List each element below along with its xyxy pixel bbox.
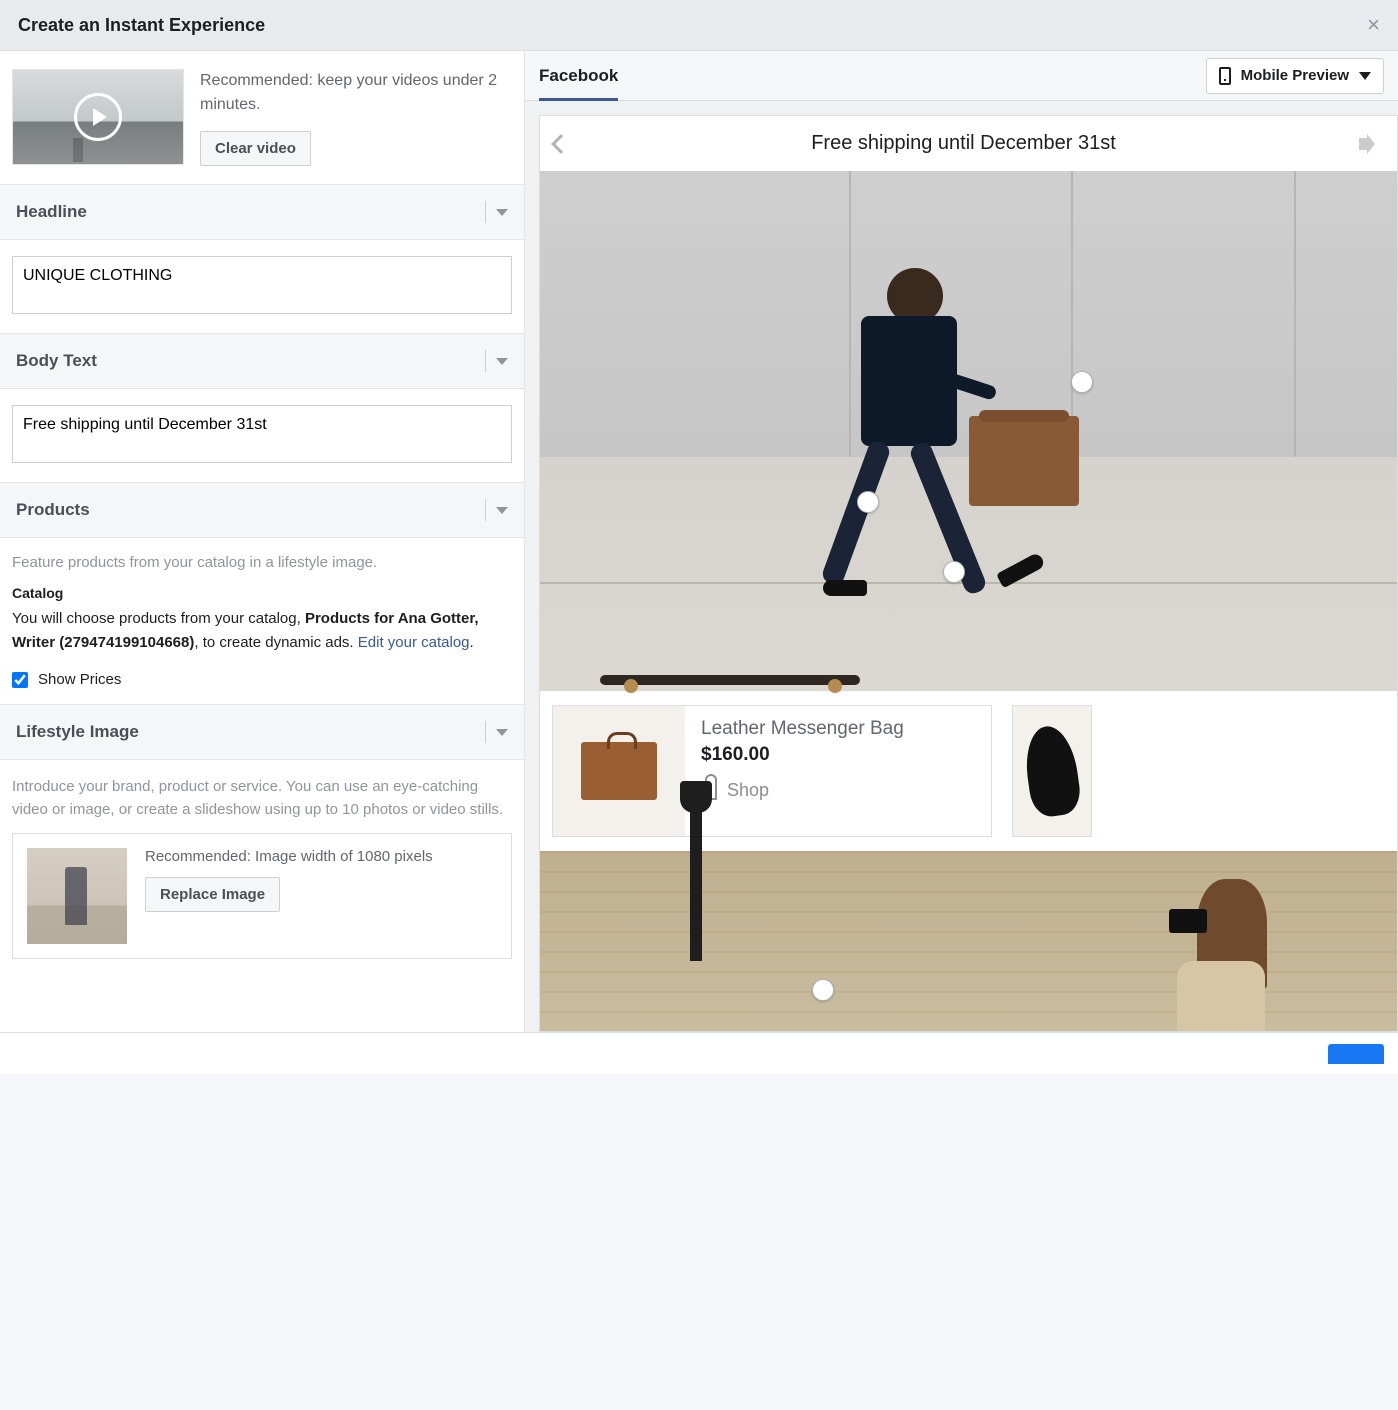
chevron-down-icon (496, 507, 508, 514)
chevron-down-icon (496, 209, 508, 216)
dialog-header: Create an Instant Experience × (0, 0, 1398, 51)
dialog-title: Create an Instant Experience (18, 15, 265, 36)
play-icon (74, 93, 122, 141)
sound-icon[interactable] (1359, 134, 1383, 154)
editor-panel: Recommended: keep your videos under 2 mi… (0, 51, 525, 1032)
preview-topbar: Free shipping until December 31st (540, 116, 1397, 171)
caret-down-icon (1359, 72, 1371, 80)
products-title: Products (16, 500, 475, 520)
product-card[interactable] (1012, 705, 1092, 837)
clear-video-button[interactable]: Clear video (200, 131, 311, 166)
lifestyle-section-header[interactable]: Lifestyle Image (0, 704, 524, 760)
headline-input-block (0, 240, 524, 333)
products-section-header[interactable]: Products (0, 482, 524, 538)
products-body: Feature products from your catalog in a … (0, 538, 524, 704)
preview-area: Free shipping until December 31st (525, 101, 1398, 1032)
lifestyle-intro: Introduce your brand, product or service… (12, 776, 512, 821)
video-thumbnail[interactable] (12, 69, 184, 165)
lifestyle-title: Lifestyle Image (16, 722, 475, 742)
shop-button[interactable]: Shop (701, 780, 975, 801)
show-prices-checkbox[interactable] (12, 672, 28, 688)
product-image (553, 706, 685, 836)
product-image (1013, 706, 1091, 836)
headline-input[interactable] (12, 256, 512, 314)
products-helper: Feature products from your catalog in a … (12, 554, 512, 571)
bodytext-input-block (0, 389, 524, 482)
product-card[interactable]: Leather Messenger Bag $160.00 Shop (552, 705, 992, 837)
product-tag-dot[interactable] (857, 491, 879, 513)
video-recommended-text: Recommended: keep your videos under 2 mi… (200, 69, 512, 117)
bodytext-title: Body Text (16, 351, 475, 371)
primary-action-button[interactable] (1328, 1044, 1384, 1064)
lifestyle-body: Introduce your brand, product or service… (0, 760, 524, 975)
show-prices-label: Show Prices (38, 671, 121, 688)
preview-tab-facebook[interactable]: Facebook (539, 52, 618, 100)
lifestyle-thumbnail[interactable] (27, 848, 127, 944)
replace-image-button[interactable]: Replace Image (145, 877, 280, 912)
catalog-label: Catalog (12, 585, 512, 601)
product-tag-dot[interactable] (812, 979, 834, 1001)
catalog-description: You will choose products from your catal… (12, 607, 512, 655)
video-section: Recommended: keep your videos under 2 mi… (0, 51, 524, 184)
lifestyle-image-card: Recommended: Image width of 1080 pixels … (12, 833, 512, 959)
mobile-icon (1219, 67, 1231, 85)
lifestyle-recommended: Recommended: Image width of 1080 pixels (145, 848, 433, 865)
edit-catalog-link[interactable]: Edit your catalog (358, 634, 470, 651)
product-carousel[interactable]: Leather Messenger Bag $160.00 Shop (540, 691, 1397, 851)
preview-device-selector[interactable]: Mobile Preview (1206, 58, 1384, 94)
headline-title: Headline (16, 202, 475, 222)
dialog-footer (0, 1032, 1398, 1074)
preview-topbar-title: Free shipping until December 31st (568, 132, 1359, 155)
preview-panel: Facebook Mobile Preview Free shipping un… (525, 51, 1398, 1032)
shop-label: Shop (727, 780, 769, 801)
product-price: $160.00 (701, 744, 975, 766)
preview-secondary-image (540, 851, 1397, 1031)
close-icon[interactable]: × (1367, 12, 1380, 38)
chevron-down-icon (496, 358, 508, 365)
preview-header: Facebook Mobile Preview (525, 51, 1398, 101)
product-tag-dot[interactable] (943, 561, 965, 583)
product-name: Leather Messenger Bag (701, 718, 975, 740)
preview-hero-image (540, 171, 1397, 691)
headline-section-header[interactable]: Headline (0, 184, 524, 240)
chevron-down-icon (496, 729, 508, 736)
preview-device-label: Mobile Preview (1241, 67, 1349, 84)
show-prices-row[interactable]: Show Prices (12, 671, 512, 688)
preview-card: Free shipping until December 31st (539, 115, 1398, 1032)
product-tag-dot[interactable] (1071, 371, 1093, 393)
bodytext-input[interactable] (12, 405, 512, 463)
main-content: Recommended: keep your videos under 2 mi… (0, 51, 1398, 1032)
bodytext-section-header[interactable]: Body Text (0, 333, 524, 389)
